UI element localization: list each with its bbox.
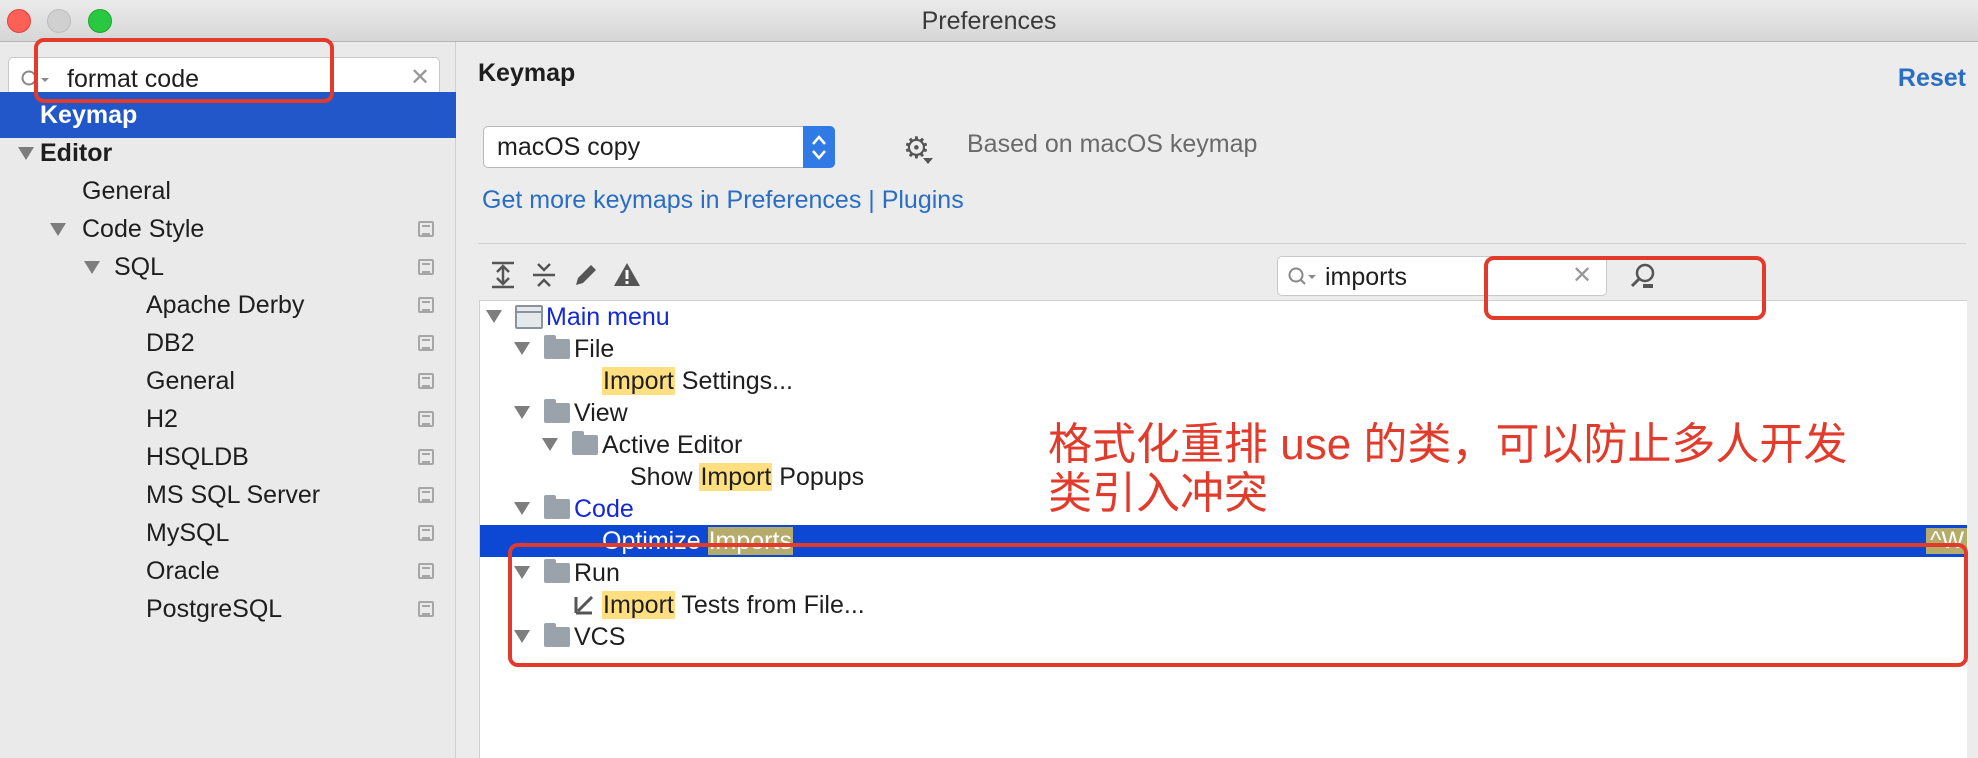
- title-bar: Preferences: [0, 0, 1978, 42]
- clear-search-icon[interactable]: ✕: [1568, 262, 1596, 290]
- settings-search-value: format code: [67, 65, 200, 93]
- tree-row-label: Show Import Popups: [630, 461, 864, 493]
- tree-row-run[interactable]: Run: [480, 557, 1967, 589]
- search-icon: [1288, 267, 1316, 285]
- expand-arrow-icon[interactable]: [486, 310, 502, 323]
- expand-arrow-icon[interactable]: [514, 630, 530, 643]
- project-copy-icon: [418, 411, 434, 427]
- tree-row-main-menu[interactable]: Main menu: [480, 301, 1967, 333]
- project-copy-icon: [418, 601, 434, 617]
- project-copy-icon: [418, 221, 434, 237]
- search-match-highlight: Imports: [707, 527, 793, 555]
- tree-row-import-settings[interactable]: Import Settings...: [480, 365, 1967, 397]
- tree-row-label: Main menu: [546, 303, 670, 331]
- divider: [478, 243, 1966, 244]
- label-suffix: Popups: [772, 463, 865, 491]
- folder-icon: [544, 399, 570, 423]
- project-copy-icon: [418, 335, 434, 351]
- project-copy-icon: [418, 449, 434, 465]
- folder-icon: [544, 623, 570, 647]
- annotation-text: 格式化重排 use 的类，可以防止多人开发 类引入冲突: [1048, 420, 1948, 518]
- expand-arrow-icon[interactable]: [542, 438, 558, 451]
- expand-arrow-icon[interactable]: [514, 406, 530, 419]
- edit-shortcut-icon[interactable]: [571, 260, 601, 290]
- keymap-actions-tree: Main menu File Import Settings... View A…: [479, 300, 1967, 758]
- settings-sidebar: format code ✕ Keymap Editor General Code…: [0, 42, 456, 758]
- tree-row-label: Import Settings...: [602, 365, 793, 397]
- project-copy-icon: [418, 525, 434, 541]
- tree-row-vcs[interactable]: VCS: [480, 621, 1967, 653]
- shortcut-badge: ^W: [1926, 528, 1967, 554]
- gear-icon[interactable]: ⚙: [903, 134, 933, 164]
- reset-link[interactable]: Reset: [1898, 64, 1966, 93]
- tree-row-label: Active Editor: [602, 431, 743, 459]
- tree-row-label: File: [574, 335, 615, 363]
- select-arrows-icon[interactable]: [803, 126, 835, 168]
- tree-row-import-tests[interactable]: Import Tests from File...: [480, 589, 1967, 621]
- expand-arrow-icon[interactable]: [50, 223, 66, 236]
- clear-search-icon[interactable]: ✕: [406, 64, 434, 92]
- project-copy-icon: [418, 373, 434, 389]
- plugins-link[interactable]: Get more keymaps in Preferences | Plugin…: [482, 186, 964, 215]
- expand-arrow-icon[interactable]: [514, 566, 530, 579]
- based-on-label: Based on macOS keymap: [967, 130, 1258, 158]
- import-tests-icon: [574, 595, 594, 615]
- collapse-all-icon[interactable]: [529, 260, 559, 290]
- tree-row-file[interactable]: File: [480, 333, 1967, 365]
- conflicts-warning-icon[interactable]: [612, 260, 642, 290]
- page-title: Keymap: [478, 59, 576, 87]
- keymap-panel: Keymap Reset macOS copy ⚙ Based on macOS…: [457, 42, 1978, 758]
- keymap-search-value: imports: [1325, 263, 1407, 291]
- tree-row-label: Code: [574, 495, 634, 523]
- project-copy-icon: [418, 297, 434, 313]
- label-suffix: Tests from File...: [674, 591, 865, 619]
- label-suffix: Settings...: [674, 367, 793, 395]
- search-match-highlight: Import: [602, 367, 675, 395]
- project-copy-icon: [418, 487, 434, 503]
- annotation-line-1: 格式化重排 use 的类，可以防止多人开发: [1048, 420, 1848, 469]
- folder-icon: [544, 335, 570, 359]
- tree-row-label: Optimize Imports: [602, 525, 793, 557]
- keymap-search-field[interactable]: imports ✕: [1277, 256, 1607, 296]
- annotation-line-2: 类引入冲突: [1048, 469, 1268, 518]
- main-menu-icon: [515, 305, 543, 329]
- label-prefix: Show: [630, 463, 700, 491]
- window-title: Preferences: [921, 7, 1057, 35]
- tree-row-label: Import Tests from File...: [602, 589, 865, 621]
- label-prefix: Optimize: [602, 527, 708, 555]
- tree-row-optimize-imports[interactable]: Optimize Imports ^W: [480, 525, 1967, 557]
- expand-arrow-icon[interactable]: [84, 261, 100, 274]
- expand-arrow-icon[interactable]: [18, 147, 34, 160]
- sidebar-item-label: PostgreSQL: [146, 595, 283, 623]
- keymap-select[interactable]: macOS copy: [483, 126, 835, 168]
- project-copy-icon: [418, 259, 434, 275]
- expand-arrow-icon[interactable]: [514, 502, 530, 515]
- folder-icon: [544, 495, 570, 519]
- folder-icon: [572, 431, 598, 455]
- tree-row-label: VCS: [574, 623, 626, 651]
- keymap-select-value: macOS copy: [497, 133, 641, 161]
- folder-icon: [544, 559, 570, 583]
- search-match-highlight: Import: [699, 463, 773, 491]
- search-icon: [21, 70, 49, 88]
- project-copy-icon: [418, 563, 434, 579]
- tree-row-label: View: [574, 399, 628, 427]
- expand-all-icon[interactable]: [488, 260, 518, 290]
- search-match-highlight: Import: [602, 591, 675, 619]
- find-by-shortcut-icon[interactable]: [1627, 260, 1659, 292]
- sidebar-item-postgresql[interactable]: PostgreSQL: [0, 586, 456, 632]
- tree-row-label: Run: [574, 559, 620, 587]
- preferences-window: Preferences format code ✕ Keymap Editor …: [0, 0, 1978, 758]
- expand-arrow-icon[interactable]: [514, 342, 530, 355]
